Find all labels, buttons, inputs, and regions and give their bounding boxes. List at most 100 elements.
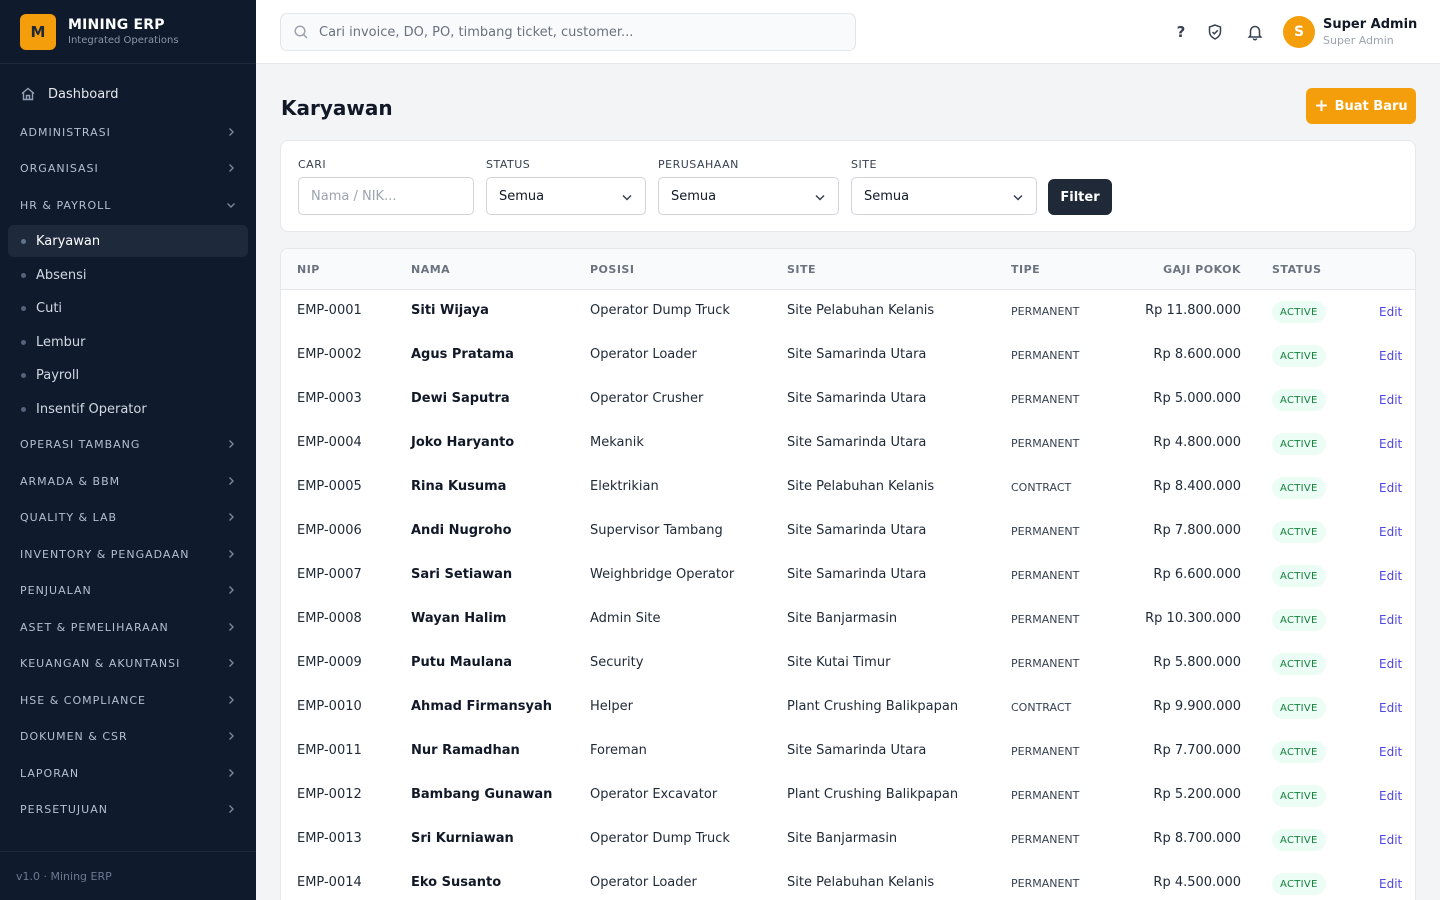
- sidebar-section-operasi-tambang[interactable]: OPERASI TAMBANG: [0, 432, 256, 456]
- section-label: HR & PAYROLL: [20, 198, 112, 212]
- sidebar-section-laporan[interactable]: LAPORAN: [0, 761, 256, 785]
- sidebar-item-dashboard[interactable]: Dashboard: [8, 80, 248, 108]
- create-new-label: Buat Baru: [1334, 98, 1408, 114]
- section-label: DOKUMEN & CSR: [20, 729, 128, 743]
- cell-nip: EMP-0007: [297, 567, 362, 582]
- sidebar-item-label: Karyawan: [36, 233, 101, 249]
- cell-nip: EMP-0003: [297, 391, 362, 406]
- sidebar-section-dokumen-csr[interactable]: DOKUMEN & CSR: [0, 724, 256, 748]
- column-header-status[interactable]: STATUS: [1272, 263, 1322, 276]
- sidebar-section-penjualan[interactable]: PENJUALAN: [0, 578, 256, 602]
- table-row[interactable]: EMP-0011 Nur Ramadhan Foreman Site Samarind…: [281, 730, 1415, 774]
- filter-status-select[interactable]: Semua: [486, 177, 646, 215]
- status-badge: ACTIVE: [1272, 301, 1326, 323]
- global-search[interactable]: [280, 13, 856, 51]
- cell-site: Plant Crushing Balikpapan: [787, 699, 959, 714]
- avatar[interactable]: S: [1283, 16, 1315, 48]
- table-row[interactable]: EMP-0004 Joko Haryanto Mekanik Site Samarin…: [281, 422, 1415, 466]
- sidebar-item-payroll[interactable]: Payroll: [8, 359, 248, 391]
- filter-button[interactable]: Filter: [1048, 179, 1112, 215]
- sidebar-item-karyawan[interactable]: Karyawan: [8, 225, 248, 257]
- table-row[interactable]: EMP-0010 Ahmad Firmansyah Helper Plant Crus…: [281, 686, 1415, 730]
- table-row[interactable]: EMP-0009 Putu Maulana Security Site Kutai T…: [281, 642, 1415, 686]
- cell-nama: Agus Pratama: [411, 347, 514, 362]
- bullet-icon: [21, 272, 26, 278]
- edit-link[interactable]: Edit: [1379, 657, 1402, 671]
- cell-site: Plant Crushing Balikpapan: [787, 787, 959, 802]
- edit-link[interactable]: Edit: [1379, 833, 1402, 847]
- sidebar-item-insentif-operator[interactable]: Insentif Operator: [8, 393, 248, 425]
- table-row[interactable]: EMP-0014 Eko Susanto Operator Loader Site P…: [281, 862, 1415, 900]
- edit-link[interactable]: Edit: [1379, 877, 1402, 891]
- cell-nip: EMP-0013: [297, 831, 362, 846]
- filter-company-select[interactable]: Semua: [658, 177, 839, 215]
- edit-link[interactable]: Edit: [1379, 569, 1402, 583]
- user-name[interactable]: Super Admin: [1323, 17, 1417, 32]
- cell-nama: Siti Wijaya: [411, 303, 489, 318]
- sidebar-item-absensi[interactable]: Absensi: [8, 259, 248, 291]
- sidebar-section-armada-bbm[interactable]: ARMADA & BBM: [0, 469, 256, 493]
- table-row[interactable]: EMP-0012 Bambang Gunawan Operator Excavato…: [281, 774, 1415, 818]
- topbar: ? S Super Admin Super Admin: [256, 0, 1440, 64]
- status-badge: ACTIVE: [1272, 477, 1326, 499]
- shield-check-icon[interactable]: [1205, 22, 1225, 42]
- edit-link[interactable]: Edit: [1379, 481, 1402, 495]
- edit-link[interactable]: Edit: [1379, 437, 1402, 451]
- column-header-nip[interactable]: NIP: [297, 263, 320, 276]
- cell-posisi: Supervisor Tambang: [590, 523, 723, 538]
- status-badge: ACTIVE: [1272, 521, 1326, 543]
- table-row[interactable]: EMP-0005 Rina Kusuma Elektrikian Site Pelab…: [281, 466, 1415, 510]
- table-row[interactable]: EMP-0006 Andi Nugroho Supervisor Tambang Si…: [281, 510, 1415, 554]
- column-header-tipe[interactable]: TIPE: [1011, 263, 1040, 276]
- cell-tipe: PERMANENT: [1011, 569, 1080, 582]
- edit-link[interactable]: Edit: [1379, 349, 1402, 363]
- cell-posisi: Elektrikian: [590, 479, 659, 494]
- table-row[interactable]: EMP-0002 Agus Pratama Operator Loader Site …: [281, 334, 1415, 378]
- table-row[interactable]: EMP-0008 Wayan Halim Admin Site Site Banjar…: [281, 598, 1415, 642]
- sidebar-section-hse-compliance[interactable]: HSE & COMPLIANCE: [0, 688, 256, 712]
- cell-nama: Bambang Gunawan: [411, 787, 553, 802]
- table-row[interactable]: EMP-0013 Sri Kurniawan Operator Dump Truck…: [281, 818, 1415, 862]
- table-row[interactable]: EMP-0001 Siti Wijaya Operator Dump Truck Si…: [281, 290, 1415, 334]
- sidebar-item-cuti[interactable]: Cuti: [8, 292, 248, 324]
- column-header-gaji-pokok[interactable]: GAJI POKOK: [1121, 263, 1241, 276]
- edit-link[interactable]: Edit: [1379, 525, 1402, 539]
- employee-table: NIP NAMA POSISI SITE TIPE GAJI POKOK STA…: [280, 248, 1416, 900]
- sidebar-footer: v1.0 · Mining ERP: [0, 851, 256, 900]
- column-header-posisi[interactable]: POSISI: [590, 263, 634, 276]
- table-row[interactable]: EMP-0007 Sari Setiawan Weighbridge Operato…: [281, 554, 1415, 598]
- cell-tipe: PERMANENT: [1011, 437, 1080, 450]
- edit-link[interactable]: Edit: [1379, 393, 1402, 407]
- brand-name: MINING ERP: [68, 17, 165, 33]
- brand[interactable]: M MINING ERP Integrated Operations: [0, 0, 256, 64]
- edit-link[interactable]: Edit: [1379, 701, 1402, 715]
- sidebar-section-administrasi[interactable]: ADMINISTRASI: [0, 120, 256, 144]
- filter-site-label: SITE: [851, 158, 877, 171]
- sidebar-section-quality-lab[interactable]: QUALITY & LAB: [0, 505, 256, 529]
- sidebar-section-organisasi[interactable]: ORGANISASI: [0, 156, 256, 180]
- sidebar-section-aset-pemeliharaan[interactable]: ASET & PEMELIHARAAN: [0, 615, 256, 639]
- edit-link[interactable]: Edit: [1379, 613, 1402, 627]
- sidebar-section-hr-payroll[interactable]: HR & PAYROLL: [0, 193, 256, 217]
- sidebar-section-persetujuan[interactable]: PERSETUJUAN: [0, 797, 256, 821]
- sidebar-item-lembur[interactable]: Lembur: [8, 326, 248, 358]
- cell-gaji-pokok: Rp 7.700.000: [1153, 743, 1241, 758]
- column-header-site[interactable]: SITE: [787, 263, 816, 276]
- sidebar-section-inventory-pengadaan[interactable]: INVENTORY & PENGADAAN: [0, 542, 256, 566]
- status-badge: ACTIVE: [1272, 785, 1326, 807]
- search-input[interactable]: [319, 24, 839, 40]
- sidebar-section-keuangan-akuntansi[interactable]: KEUANGAN & AKUNTANSI: [0, 651, 256, 675]
- edit-link[interactable]: Edit: [1379, 745, 1402, 759]
- column-header-nama[interactable]: NAMA: [411, 263, 450, 276]
- bullet-icon: [21, 305, 26, 311]
- table-row[interactable]: EMP-0003 Dewi Saputra Operator Crusher Site…: [281, 378, 1415, 422]
- filter-search-input[interactable]: Nama / NIK...: [298, 177, 474, 215]
- status-badge: ACTIVE: [1272, 609, 1326, 631]
- cell-tipe: PERMANENT: [1011, 745, 1080, 758]
- edit-link[interactable]: Edit: [1379, 789, 1402, 803]
- edit-link[interactable]: Edit: [1379, 305, 1402, 319]
- filter-site-select[interactable]: Semua: [851, 177, 1037, 215]
- create-new-button[interactable]: + Buat Baru: [1306, 88, 1416, 124]
- help-icon[interactable]: ?: [1171, 22, 1191, 42]
- bell-icon[interactable]: [1245, 22, 1265, 42]
